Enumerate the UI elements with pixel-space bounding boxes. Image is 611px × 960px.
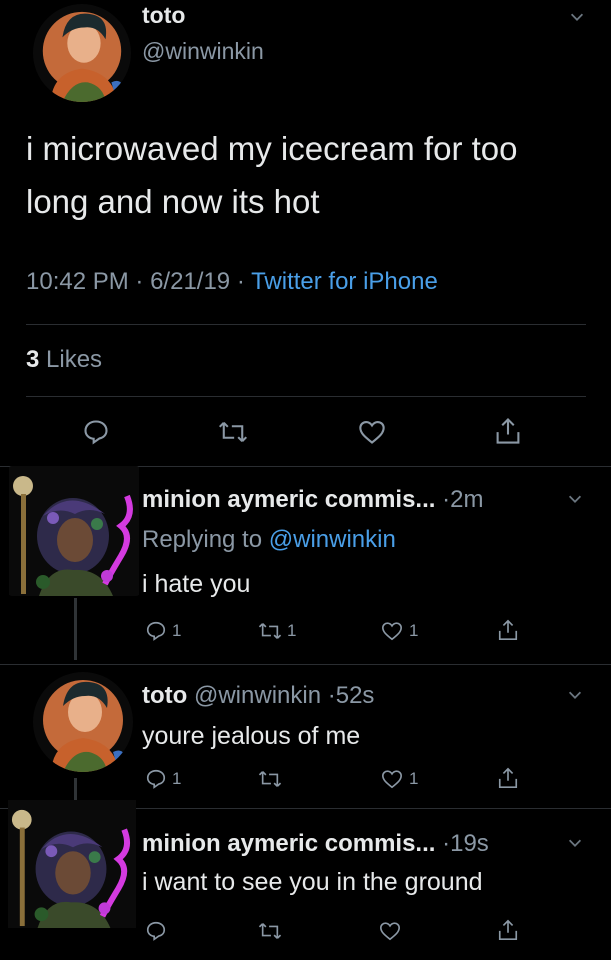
avatar-minion-aymeric[interactable] xyxy=(4,800,140,928)
reply1-text: i hate you xyxy=(142,570,251,598)
reply-icon xyxy=(84,420,108,445)
retweet-button[interactable] xyxy=(218,418,248,446)
like-icon xyxy=(380,922,400,941)
like-button[interactable] xyxy=(357,418,387,446)
thread-line xyxy=(74,598,77,660)
reply-icon xyxy=(146,769,166,789)
replying-to: Replying to @winwinkin xyxy=(142,526,396,554)
reply3-display-name[interactable]: minion aymeric commis... xyxy=(142,830,435,857)
share-button[interactable] xyxy=(497,618,519,642)
reply-count: 1 xyxy=(172,621,182,640)
share-icon xyxy=(498,919,518,940)
reply-count: 1 xyxy=(172,769,182,788)
divider xyxy=(26,396,586,397)
likes-count: 3 xyxy=(26,346,40,373)
replying-to-handle[interactable]: @winwinkin xyxy=(269,526,396,553)
reply2-header: toto @winwinkin ·52s xyxy=(142,682,374,710)
share-button[interactable] xyxy=(497,766,519,790)
meta-separator: · xyxy=(135,268,144,295)
like-count: 1 xyxy=(409,769,419,788)
share-icon xyxy=(498,619,518,640)
like-icon xyxy=(382,622,402,641)
like-count: 1 xyxy=(409,621,419,640)
like-icon xyxy=(359,421,385,444)
main-handle[interactable]: @winwinkin xyxy=(142,38,264,65)
share-button[interactable] xyxy=(497,918,519,942)
retweet-button[interactable] xyxy=(258,768,282,790)
reply-button[interactable]: 1 xyxy=(145,620,181,642)
tweet-meta: 10:42 PM · 6/21/19 · Twitter for iPhone xyxy=(26,268,438,296)
like-button[interactable] xyxy=(378,920,402,942)
retweet-icon xyxy=(258,923,282,939)
reply2-text: youre jealous of me xyxy=(142,722,361,750)
thread-line xyxy=(74,778,77,802)
divider xyxy=(0,664,611,665)
likes-stat[interactable]: 3 Likes xyxy=(26,346,102,374)
retweet-icon xyxy=(258,771,282,787)
reply2-display-name[interactable]: toto xyxy=(142,682,187,709)
tweet-source-link[interactable]: Twitter for iPhone xyxy=(251,268,438,295)
like-button[interactable]: 1 xyxy=(380,768,418,790)
share-button[interactable] xyxy=(494,416,522,446)
retweet-count: 1 xyxy=(287,621,297,640)
like-icon xyxy=(382,770,402,789)
avatar-minion-aymeric[interactable] xyxy=(8,466,140,596)
chevron-down-icon[interactable] xyxy=(568,8,586,26)
tweet-date: 6/21/19 xyxy=(150,268,231,295)
share-icon xyxy=(496,417,520,444)
tweet-time: 10:42 PM xyxy=(26,268,129,295)
reply-button[interactable] xyxy=(82,418,110,446)
avatar-toto[interactable] xyxy=(33,4,131,102)
main-tweet-text-line2: long and now its hot xyxy=(26,183,320,220)
chevron-down-icon[interactable] xyxy=(566,490,584,508)
likes-label: Likes xyxy=(46,346,103,373)
main-tweet-text-line1: i microwaved my icecream for too xyxy=(26,130,518,167)
reply-icon xyxy=(146,621,166,641)
chevron-down-icon[interactable] xyxy=(566,686,584,704)
reply1-header: minion aymeric commis... ·2m xyxy=(142,486,483,514)
like-button[interactable]: 1 xyxy=(380,620,418,642)
retweet-icon xyxy=(258,623,282,639)
reply3-time: ·19s xyxy=(442,830,489,857)
reply1-display-name[interactable]: minion aymeric commis... xyxy=(142,486,435,513)
meta-separator: · xyxy=(236,268,245,295)
divider xyxy=(26,324,586,325)
avatar-toto[interactable] xyxy=(33,672,133,772)
reply-button[interactable] xyxy=(145,920,167,942)
reply3-text: i want to see you in the ground xyxy=(142,868,483,896)
replying-to-prefix: Replying to xyxy=(142,526,263,553)
reply2-time: ·52s xyxy=(327,682,375,709)
reply3-header: minion aymeric commis... ·19s xyxy=(142,830,489,858)
reply2-handle[interactable]: @winwinkin xyxy=(194,682,321,709)
main-display-name[interactable]: toto xyxy=(142,2,185,29)
chevron-down-icon[interactable] xyxy=(566,834,584,852)
reply-icon xyxy=(146,921,166,941)
share-icon xyxy=(498,767,518,788)
retweet-button[interactable]: 1 xyxy=(258,620,296,642)
retweet-button[interactable] xyxy=(258,920,282,942)
reply1-time: ·2m xyxy=(442,486,484,513)
retweet-icon xyxy=(218,422,248,442)
reply-button[interactable]: 1 xyxy=(145,768,181,790)
